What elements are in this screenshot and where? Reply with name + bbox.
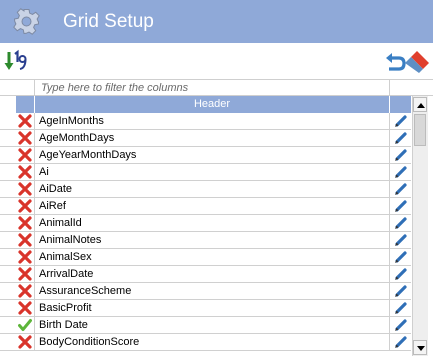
red-x-icon[interactable] (18, 267, 32, 281)
pencil-icon[interactable] (394, 250, 408, 264)
red-x-icon[interactable] (18, 250, 32, 264)
pencil-icon[interactable] (394, 114, 408, 128)
red-x-icon[interactable] (18, 284, 32, 298)
row-label: AnimalNotes (34, 232, 390, 248)
row-label: AnimalSex (34, 249, 390, 265)
red-x-icon[interactable] (18, 233, 32, 247)
pencil-icon[interactable] (394, 165, 408, 179)
arrow-up-icon (417, 103, 425, 108)
filter-input[interactable] (34, 79, 390, 96)
table-row: AgeInMonths (0, 113, 411, 130)
row-label: AgeYearMonthDays (34, 147, 390, 163)
row-label: BasicProfit (34, 300, 390, 316)
red-x-icon[interactable] (18, 131, 32, 145)
table-row: AssuranceScheme (0, 283, 411, 300)
table-row: AgeYearMonthDays (0, 147, 411, 164)
table-row: Ai (0, 164, 411, 181)
row-label: ArrivalDate (34, 266, 390, 282)
table-row: AnimalId (0, 215, 411, 232)
scroll-down-button[interactable] (413, 340, 427, 355)
pencil-icon[interactable] (394, 335, 408, 349)
toolbar (0, 43, 433, 79)
row-label: AgeMonthDays (34, 130, 390, 146)
red-x-icon[interactable] (18, 182, 32, 196)
red-x-icon[interactable] (18, 216, 32, 230)
arrow-down-icon (417, 346, 425, 351)
red-x-icon[interactable] (18, 335, 32, 349)
undo-icon[interactable] (384, 51, 406, 73)
eraser-icon[interactable] (404, 50, 430, 74)
pencil-icon[interactable] (394, 199, 408, 213)
row-label: AgeInMonths (34, 113, 390, 129)
table-row: AnimalSex (0, 249, 411, 266)
column-list: AgeInMonths AgeMonthDays AgeYearMonthDays A… (0, 113, 411, 356)
sort-numeric-icon[interactable] (3, 49, 27, 73)
pencil-icon[interactable] (394, 267, 408, 281)
row-label: BodyConditionScore (34, 334, 390, 350)
table-row: Birth Date (0, 317, 411, 334)
gear-icon (13, 8, 40, 35)
pencil-icon[interactable] (394, 284, 408, 298)
scroll-thumb[interactable] (414, 114, 426, 146)
pencil-icon[interactable] (394, 182, 408, 196)
red-x-icon[interactable] (18, 148, 32, 162)
red-x-icon[interactable] (18, 165, 32, 179)
green-check-icon[interactable] (18, 318, 32, 332)
table-row: ArrivalDate (0, 266, 411, 283)
pencil-icon[interactable] (394, 131, 408, 145)
red-x-icon[interactable] (18, 301, 32, 315)
pencil-icon[interactable] (394, 216, 408, 230)
header-column-label[interactable]: Header (34, 96, 390, 113)
table-row: AnimalNotes (0, 232, 411, 249)
row-label: Birth Date (34, 317, 390, 333)
row-label: AiDate (34, 181, 390, 197)
table-row: BasicProfit (0, 300, 411, 317)
pencil-icon[interactable] (394, 148, 408, 162)
row-label: AssuranceScheme (34, 283, 390, 299)
red-x-icon[interactable] (18, 114, 32, 128)
table-row: BodyConditionScore (0, 334, 411, 351)
row-label: AiRef (34, 198, 390, 214)
row-label: Ai (34, 164, 390, 180)
table-row: AiRef (0, 198, 411, 215)
pencil-icon[interactable] (394, 318, 408, 332)
window-title: Grid Setup (63, 11, 154, 32)
table-row: AiDate (0, 181, 411, 198)
table-row: AgeMonthDays (0, 130, 411, 147)
row-label: AnimalId (34, 215, 390, 231)
scroll-up-button[interactable] (413, 97, 427, 112)
pencil-icon[interactable] (394, 301, 408, 315)
pencil-icon[interactable] (394, 233, 408, 247)
red-x-icon[interactable] (18, 199, 32, 213)
